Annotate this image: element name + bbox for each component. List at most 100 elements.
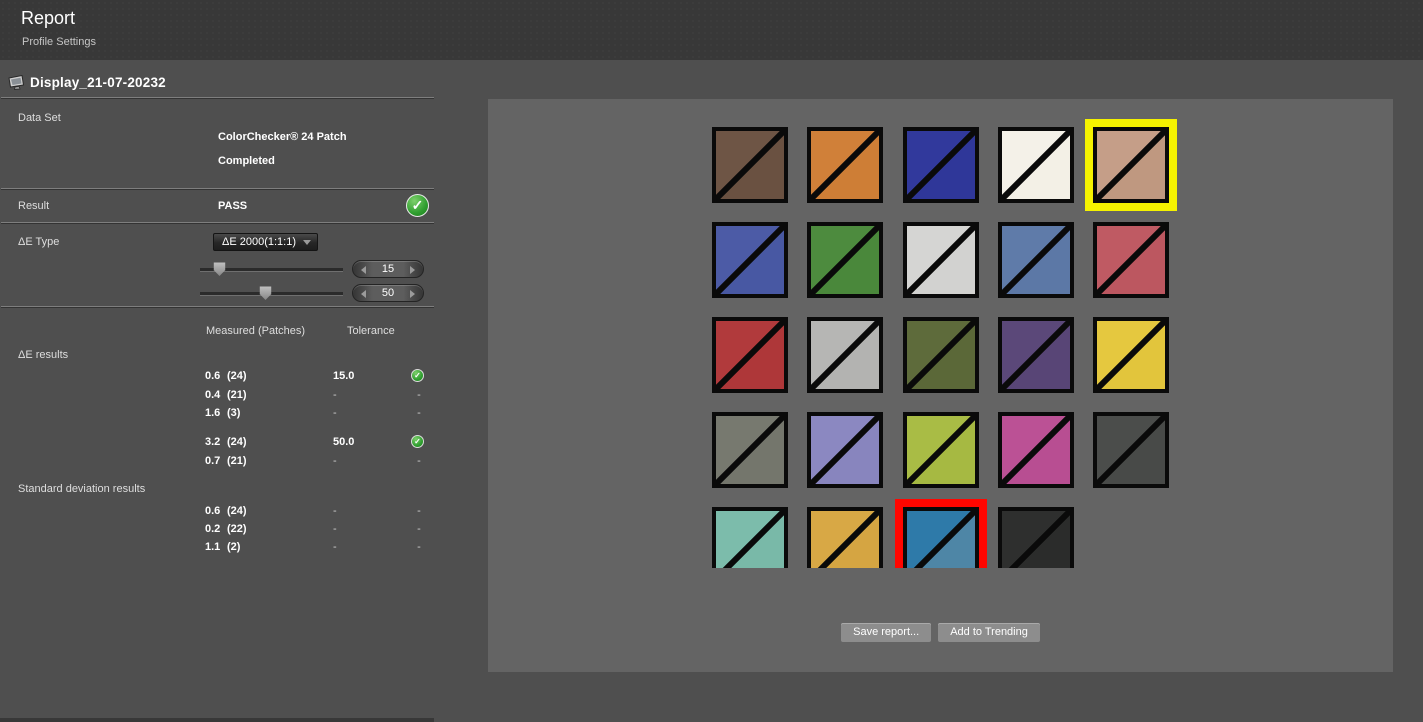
spinner-right-arrow-icon[interactable] [410, 290, 415, 298]
color-patch-21[interactable] [712, 507, 788, 568]
patch-swatch [716, 131, 784, 199]
reference-value: ColorChecker® 24 Patch [218, 131, 347, 143]
result-label: Result [18, 200, 49, 212]
page-subtitle: Profile Settings [22, 36, 96, 48]
color-patch-1[interactable] [712, 127, 788, 203]
patch-swatch [907, 511, 975, 568]
patch-swatch [1097, 416, 1165, 484]
color-patch-19[interactable] [998, 412, 1074, 488]
divider [1, 222, 434, 223]
row-status: - [410, 505, 428, 517]
color-patch-22[interactable] [807, 507, 883, 568]
profile-title: Display_21-07-20232 [30, 75, 166, 90]
row-status: - [410, 389, 428, 401]
color-patch-7[interactable] [807, 222, 883, 298]
row-status: - [410, 407, 428, 419]
divider [1, 188, 434, 189]
patch-report-panel: Save report... Add to Trending [488, 99, 1393, 672]
row-count: (22) [227, 523, 247, 535]
avg-threshold-slider-thumb[interactable] [213, 262, 226, 276]
add-to-trending-button[interactable]: Add to Trending [938, 623, 1040, 642]
de-type-label: ΔE Type [18, 236, 59, 248]
row-count: (3) [227, 407, 240, 419]
row-tolerance: 15.0 [333, 370, 354, 382]
max-threshold-slider[interactable] [200, 292, 343, 295]
color-patch-6[interactable] [712, 222, 788, 298]
color-patch-11[interactable] [712, 317, 788, 393]
row-status: - [410, 455, 428, 467]
color-patch-15[interactable] [1093, 317, 1169, 393]
de-results-section-label: ΔE results [18, 349, 68, 361]
color-patch-5[interactable] [1093, 127, 1169, 203]
top-bar: Report Profile Settings [0, 0, 1423, 60]
color-patch-10[interactable] [1093, 222, 1169, 298]
patch-swatch [1097, 321, 1165, 389]
measurement-value: Completed [218, 155, 275, 167]
row-value: 0.7 [205, 455, 227, 467]
patch-swatch [1002, 416, 1070, 484]
pass-check-icon: ✓ [411, 435, 424, 448]
row-count: (21) [227, 389, 247, 401]
patch-swatch [716, 321, 784, 389]
spinner-left-arrow-icon[interactable] [361, 290, 366, 298]
row-value: 0.6 [205, 505, 227, 517]
color-patch-2[interactable] [807, 127, 883, 203]
patch-swatch [716, 226, 784, 294]
row-value: 3.2 [205, 436, 227, 448]
color-patch-3[interactable] [903, 127, 979, 203]
patch-swatch [1097, 226, 1165, 294]
row-value: 0.4 [205, 389, 227, 401]
color-patch-13[interactable] [903, 317, 979, 393]
avg-threshold-value: 15 [382, 263, 394, 275]
col-header-tolerance: Tolerance [347, 325, 395, 337]
dropdown-arrow-icon [303, 240, 311, 245]
color-patch-9[interactable] [998, 222, 1074, 298]
patch-swatch [811, 511, 879, 568]
color-patch-14[interactable] [998, 317, 1074, 393]
patch-swatch [907, 416, 975, 484]
patch-swatch [1002, 131, 1070, 199]
color-patch-23[interactable] [903, 507, 979, 568]
color-patch-18[interactable] [903, 412, 979, 488]
divider [1, 97, 434, 98]
patch-swatch [1002, 321, 1070, 389]
save-report-button[interactable]: Save report... [841, 623, 931, 642]
spinner-left-arrow-icon[interactable] [361, 266, 366, 274]
row-value: 0.2 [205, 523, 227, 535]
col-header-measured: Measured (Patches) [206, 325, 305, 337]
row-tolerance: - [333, 505, 337, 517]
page-title: Report [21, 8, 75, 29]
avg-threshold-spinner[interactable]: 15 [352, 260, 424, 278]
pass-check-icon: ✓ [411, 369, 424, 382]
patch-swatch [811, 226, 879, 294]
color-patch-8[interactable] [903, 222, 979, 298]
color-patch-12[interactable] [807, 317, 883, 393]
color-patch-16[interactable] [712, 412, 788, 488]
patch-grid-viewport[interactable] [488, 99, 1393, 568]
patch-swatch [811, 416, 879, 484]
color-patch-17[interactable] [807, 412, 883, 488]
result-value: PASS [218, 200, 247, 212]
max-threshold-slider-thumb[interactable] [259, 286, 272, 300]
patch-swatch [907, 226, 975, 294]
patch-swatch [1002, 226, 1070, 294]
row-tolerance: - [333, 389, 337, 401]
max-threshold-spinner[interactable]: 50 [352, 284, 424, 302]
row-count: (24) [227, 505, 247, 517]
pass-check-icon: ✓ [406, 194, 429, 217]
row-count: (21) [227, 455, 247, 467]
de-type-dropdown[interactable]: ΔE 2000(1:1:1) [213, 233, 318, 251]
panel-actions: Save report... Add to Trending [488, 623, 1393, 643]
row-count: (24) [227, 370, 247, 382]
max-threshold-value: 50 [382, 287, 394, 299]
row-tolerance: - [333, 407, 337, 419]
color-patch-24[interactable] [998, 507, 1074, 568]
row-tolerance: - [333, 541, 337, 553]
color-patch-20[interactable] [1093, 412, 1169, 488]
data-set-label: Data Set [18, 112, 61, 124]
row-count: (2) [227, 541, 240, 553]
spinner-right-arrow-icon[interactable] [410, 266, 415, 274]
color-patch-4[interactable] [998, 127, 1074, 203]
row-tolerance: - [333, 455, 337, 467]
patch-swatch [907, 321, 975, 389]
